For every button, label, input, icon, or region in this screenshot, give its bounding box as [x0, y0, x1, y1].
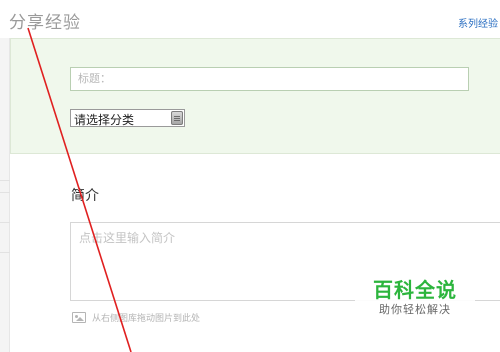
watermark-logo: 百科全说 助你轻松解决	[355, 278, 475, 324]
drag-image-hint: 从右侧图库拖动图片到此处	[72, 310, 200, 324]
image-icon	[72, 311, 86, 323]
scroll-arrow-icon[interactable]	[171, 111, 183, 125]
page-title: 分享经验	[9, 13, 81, 33]
category-select[interactable]: 请选择分类	[70, 109, 185, 127]
drag-hint-text: 从右侧图库拖动图片到此处	[92, 313, 201, 324]
title-input[interactable]	[70, 67, 469, 91]
category-select-value: 请选择分类	[74, 113, 135, 127]
page-header: 分享经验 系列经验	[0, 0, 500, 38]
watermark-brand: 百科全说	[373, 278, 457, 302]
share-experience-page: 分享经验 系列经验 请选择分类 简介 从右侧图库拖动图片到此处 百科全说 助你轻…	[0, 0, 500, 352]
series-experience-link[interactable]: 系列经验	[458, 15, 498, 30]
title-category-panel	[10, 38, 500, 154]
intro-heading: 简介	[71, 188, 99, 204]
watermark-slogan: 助你轻松解决	[379, 303, 451, 316]
left-sidebar-edge	[0, 38, 10, 352]
